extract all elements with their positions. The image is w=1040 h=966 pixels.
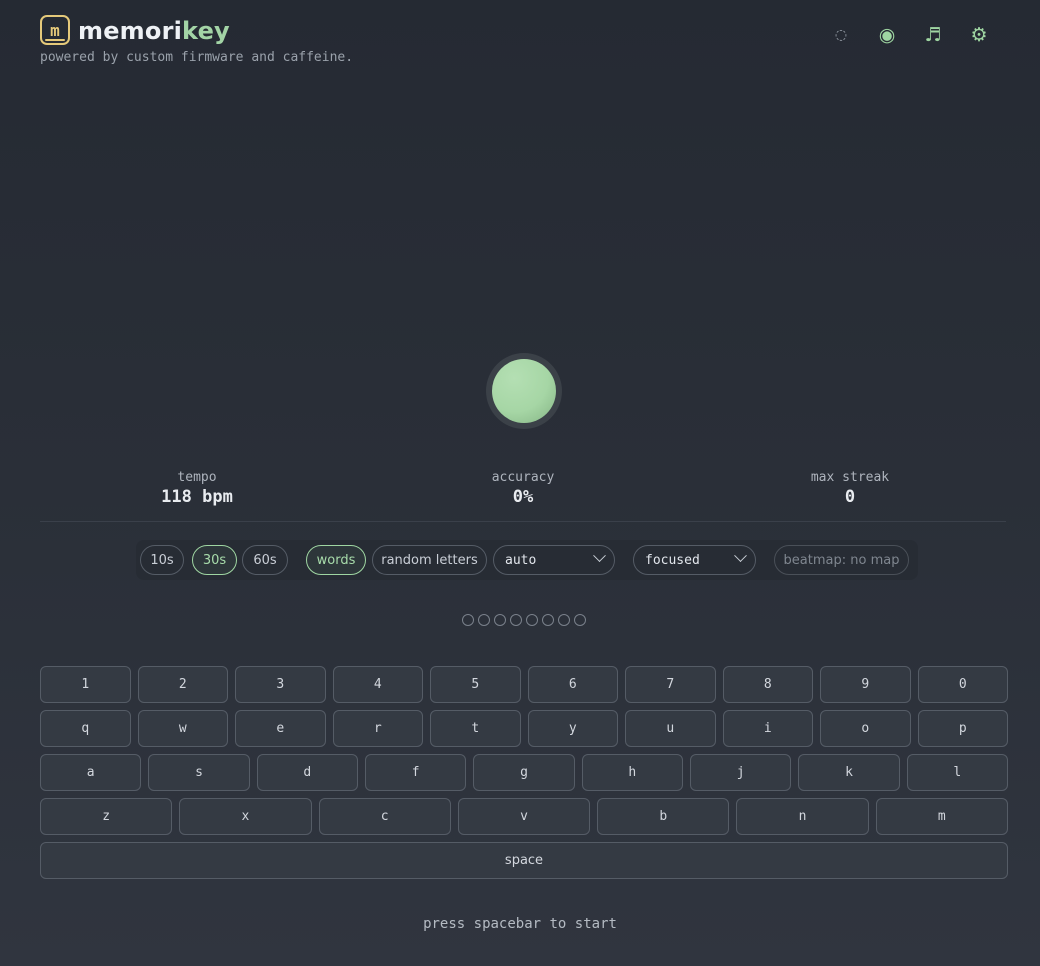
brand: m memorikey <box>40 15 353 46</box>
stat-tempo: tempo 118 bpm <box>97 470 297 507</box>
record-icon[interactable]: ◉ <box>864 22 910 48</box>
stat-label: tempo <box>177 470 217 485</box>
key-s[interactable]: s <box>148 754 250 791</box>
key-2[interactable]: 2 <box>137 666 228 703</box>
progress-dot <box>526 614 538 626</box>
progress-dot <box>574 614 586 626</box>
progress-dot <box>542 614 554 626</box>
duration-10s-button[interactable]: 10s <box>140 545 184 575</box>
gear-icon[interactable]: ⚙ <box>956 22 1002 48</box>
key-m[interactable]: m <box>875 798 1008 835</box>
view-select-value: focused <box>645 552 700 568</box>
key-8[interactable]: 8 <box>722 666 813 703</box>
progress-dot <box>494 614 506 626</box>
progress-dot <box>478 614 490 626</box>
keyboard-row-top: qwertyuiop <box>40 710 1008 747</box>
keyboard-row-numbers: 1234567890 <box>40 666 1008 703</box>
beat-orb-ring <box>486 353 562 429</box>
stat-value: 118 bpm <box>161 487 233 507</box>
key-j[interactable]: j <box>690 754 792 791</box>
key-1[interactable]: 1 <box>40 666 131 703</box>
stat-accuracy: accuracy 0% <box>423 470 623 507</box>
key-4[interactable]: 4 <box>332 666 423 703</box>
tagline: powered by custom firmware and caffeine. <box>40 50 354 65</box>
start-hint: press spacebar to start <box>423 916 617 932</box>
logo-icon: m <box>40 15 70 45</box>
divider <box>40 521 1006 522</box>
key-w[interactable]: w <box>137 710 228 747</box>
key-a[interactable]: a <box>40 754 142 791</box>
progress-dot <box>462 614 474 626</box>
app-title-prefix: memori <box>78 17 183 45</box>
key-v[interactable]: v <box>457 798 591 835</box>
duration-60s-button[interactable]: 60s <box>242 545 288 575</box>
virtual-keyboard: 1234567890 qwertyuiop asdfghjkl zxcvbnm … <box>40 666 1008 886</box>
key-h[interactable]: h <box>581 754 683 791</box>
stat-label: accuracy <box>491 470 555 485</box>
key-9[interactable]: 9 <box>820 666 911 703</box>
chevron-down-icon <box>734 549 747 563</box>
app-header: m memorikey powered by custom firmware a… <box>40 15 354 65</box>
key-o[interactable]: o <box>820 710 911 747</box>
key-u[interactable]: u <box>625 710 716 747</box>
progress-dot <box>510 614 522 626</box>
view-select[interactable]: focused <box>633 545 756 575</box>
key-q[interactable]: q <box>40 710 131 747</box>
music-note-icon[interactable]: ♬ <box>910 22 956 48</box>
stat-value: 0 <box>844 487 856 507</box>
beatmap-button[interactable]: beatmap: no map <box>774 545 909 575</box>
top-toolbar: ◌ ◉ ♬ ⚙ <box>818 22 1002 48</box>
keyboard-row-home: asdfghjkl <box>40 754 1008 791</box>
key-f[interactable]: f <box>365 754 467 791</box>
key-e[interactable]: e <box>235 710 326 747</box>
keyboard-row-space: space <box>40 842 1008 879</box>
key-k[interactable]: k <box>798 754 900 791</box>
beat-orb <box>492 359 556 423</box>
key-i[interactable]: i <box>722 710 813 747</box>
key-space[interactable]: space <box>40 842 1008 879</box>
key-n[interactable]: n <box>736 798 869 835</box>
key-b[interactable]: b <box>597 798 730 835</box>
mode-random-letters-button[interactable]: random letters <box>372 545 487 575</box>
tempo-select-value: auto <box>505 552 537 568</box>
chevron-down-icon <box>593 549 606 563</box>
duration-30s-button[interactable]: 30s <box>192 545 237 575</box>
key-x[interactable]: x <box>179 798 312 835</box>
stats-bar: tempo 118 bpm accuracy 0% max streak 0 <box>0 470 1040 510</box>
key-l[interactable]: l <box>906 754 1008 791</box>
key-z[interactable]: z <box>40 798 173 835</box>
stat-label: max streak <box>810 470 890 485</box>
options-bar: 10s 30s 60s words random letters auto fo… <box>136 540 918 580</box>
mode-words-button[interactable]: words <box>306 545 366 575</box>
loading-ring-icon[interactable]: ◌ <box>818 22 864 48</box>
keyboard-row-bottom: zxcvbnm <box>40 798 1008 835</box>
key-5[interactable]: 5 <box>430 666 521 703</box>
progress-dot <box>558 614 570 626</box>
key-r[interactable]: r <box>332 710 423 747</box>
stat-max-streak: max streak 0 <box>750 470 950 507</box>
progress-dots <box>462 614 586 626</box>
key-p[interactable]: p <box>917 710 1008 747</box>
app-title: memorikey <box>78 17 230 45</box>
tempo-select[interactable]: auto <box>493 545 615 575</box>
key-t[interactable]: t <box>430 710 521 747</box>
key-0[interactable]: 0 <box>917 666 1008 703</box>
key-3[interactable]: 3 <box>235 666 326 703</box>
key-y[interactable]: y <box>527 710 618 747</box>
stat-value: 0% <box>512 487 534 507</box>
key-7[interactable]: 7 <box>625 666 716 703</box>
key-c[interactable]: c <box>318 798 451 835</box>
key-g[interactable]: g <box>473 754 575 791</box>
key-6[interactable]: 6 <box>527 666 618 703</box>
key-d[interactable]: d <box>256 754 358 791</box>
app-title-suffix: key <box>182 17 230 45</box>
